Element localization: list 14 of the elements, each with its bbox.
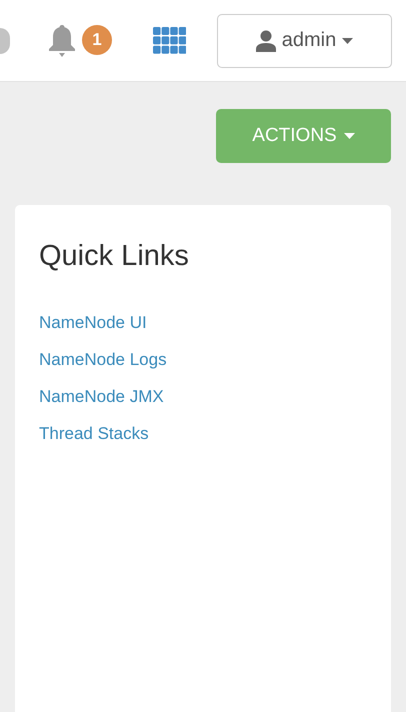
bell-icon[interactable] bbox=[48, 24, 76, 58]
actions-button[interactable]: ACTIONS bbox=[216, 109, 391, 163]
quick-link[interactable]: NameNode Logs bbox=[39, 348, 167, 371]
notification-badge: 1 bbox=[82, 24, 112, 54]
user-icon bbox=[256, 30, 276, 52]
caret-icon bbox=[342, 38, 354, 44]
card-title: Quick Links bbox=[39, 239, 190, 273]
caret-icon bbox=[344, 133, 355, 139]
avatar-icon[interactable] bbox=[0, 28, 10, 54]
apps-grid-icon[interactable] bbox=[153, 27, 186, 54]
quick-link[interactable]: NameNode UI bbox=[39, 311, 147, 334]
quick-link[interactable]: NameNode JMX bbox=[39, 385, 164, 408]
user-menu-button[interactable]: admin bbox=[217, 14, 392, 68]
quick-link[interactable]: Thread Stacks bbox=[39, 422, 149, 445]
